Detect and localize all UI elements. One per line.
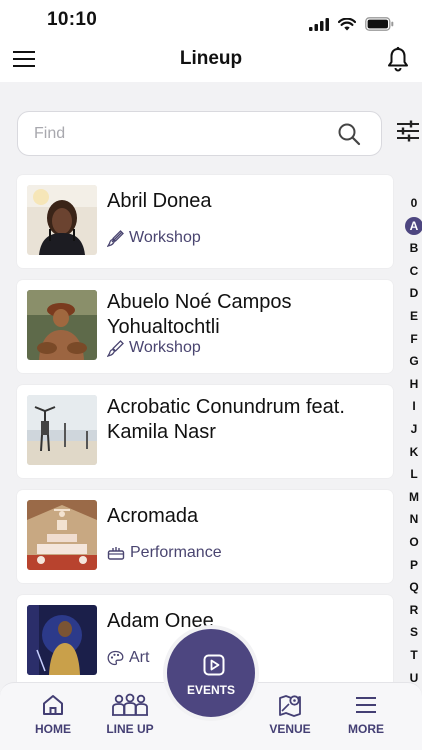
alphabet-letter[interactable]: T: [403, 645, 422, 665]
category-label: Art: [129, 649, 150, 666]
artist-name: Acrobatic Conundrum feat. Kamila Nasr: [107, 396, 345, 443]
category-label: Workshop: [129, 339, 201, 356]
page-title: Lineup: [179, 48, 243, 69]
alphabet-letter[interactable]: K: [403, 442, 422, 462]
filter-button[interactable]: [396, 119, 420, 143]
artist-category: Workshop: [107, 229, 201, 247]
stage-icon: [107, 547, 125, 560]
alphabet-letter[interactable]: A: [403, 216, 422, 236]
brush-icon: [107, 339, 124, 357]
status-bar: 10:10: [0, 0, 422, 40]
artist-category: Workshop: [107, 339, 201, 357]
lineup-card[interactable]: Acrobatic Conundrum feat. Kamila Nasr: [17, 385, 393, 478]
artist-category: Art: [107, 649, 149, 667]
alphabet-letter[interactable]: L: [403, 464, 422, 484]
play-square-icon: [203, 654, 225, 676]
cellular-signal-icon: [309, 17, 329, 31]
sliders-filter-icon: [397, 120, 419, 142]
alphabet-letter[interactable]: O: [403, 532, 422, 552]
artist-photo: [27, 500, 97, 570]
alphabet-letter[interactable]: 0: [403, 193, 422, 213]
map-pin-icon: [279, 695, 301, 717]
brush-icon: [107, 229, 124, 247]
nav-venue[interactable]: VENUE: [255, 693, 325, 736]
alphabet-letter[interactable]: J: [403, 419, 422, 439]
alphabet-letter[interactable]: Q: [403, 577, 422, 597]
notifications-button[interactable]: [386, 46, 410, 72]
nav-venue-label: VENUE: [269, 722, 311, 736]
status-time: 10:10: [47, 9, 98, 30]
alphabet-letter[interactable]: G: [403, 351, 422, 371]
events-button[interactable]: EVENTS: [163, 625, 259, 721]
search-box: [17, 111, 382, 156]
nav-lineup-label: LINE UP: [106, 722, 154, 736]
nav-more-label: MORE: [348, 722, 384, 736]
battery-icon: [365, 17, 394, 31]
artist-name: Abril Donea: [107, 190, 212, 212]
artist-photo: [27, 290, 97, 360]
artist-photo: [27, 185, 97, 255]
artist-name: Abuelo Noé Campos Yohualtochtli: [107, 291, 292, 338]
alphabet-letter[interactable]: H: [403, 374, 422, 394]
bell-icon: [388, 46, 408, 72]
nav-lineup[interactable]: LINE UP: [95, 693, 165, 736]
nav-more[interactable]: MORE: [331, 693, 401, 736]
artist-photo: [27, 395, 97, 465]
lineup-card[interactable]: Abril Donea Workshop: [17, 175, 393, 268]
people-group-icon: [112, 693, 148, 716]
alphabet-letter[interactable]: N: [403, 509, 422, 529]
app-header: Lineup: [0, 40, 422, 82]
alphabet-letter[interactable]: D: [403, 283, 422, 303]
alphabet-letter[interactable]: E: [403, 306, 422, 326]
nav-home[interactable]: HOME: [18, 693, 88, 736]
alphabet-letter[interactable]: I: [403, 396, 422, 416]
alphabet-letter[interactable]: P: [403, 555, 422, 575]
artist-photo: [27, 605, 97, 675]
artist-name: Acromada: [107, 505, 199, 527]
home-icon: [43, 695, 63, 715]
palette-icon: [107, 650, 124, 666]
status-icons: [309, 17, 394, 31]
alphabet-letter[interactable]: S: [403, 622, 422, 642]
menu-more-icon: [356, 697, 376, 713]
nav-home-label: HOME: [35, 722, 71, 736]
alphabet-letter[interactable]: R: [403, 600, 422, 620]
lineup-card[interactable]: Acromada Performance: [17, 490, 393, 583]
alphabet-letter[interactable]: B: [403, 238, 422, 258]
category-label: Performance: [130, 544, 222, 561]
search-input[interactable]: [34, 123, 324, 145]
artist-name: Adam Onee: [107, 610, 214, 632]
category-label: Workshop: [129, 229, 201, 246]
alphabet-letter[interactable]: F: [403, 329, 422, 349]
events-label: EVENTS: [186, 683, 235, 697]
wifi-icon: [338, 17, 356, 30]
alphabet-letter[interactable]: C: [403, 261, 422, 281]
lineup-card[interactable]: Abuelo Noé Campos Yohualtochtli Workshop: [17, 280, 393, 373]
artist-category: Performance: [107, 544, 222, 562]
search-icon[interactable]: [337, 122, 361, 146]
alphabet-letter[interactable]: M: [403, 487, 422, 507]
